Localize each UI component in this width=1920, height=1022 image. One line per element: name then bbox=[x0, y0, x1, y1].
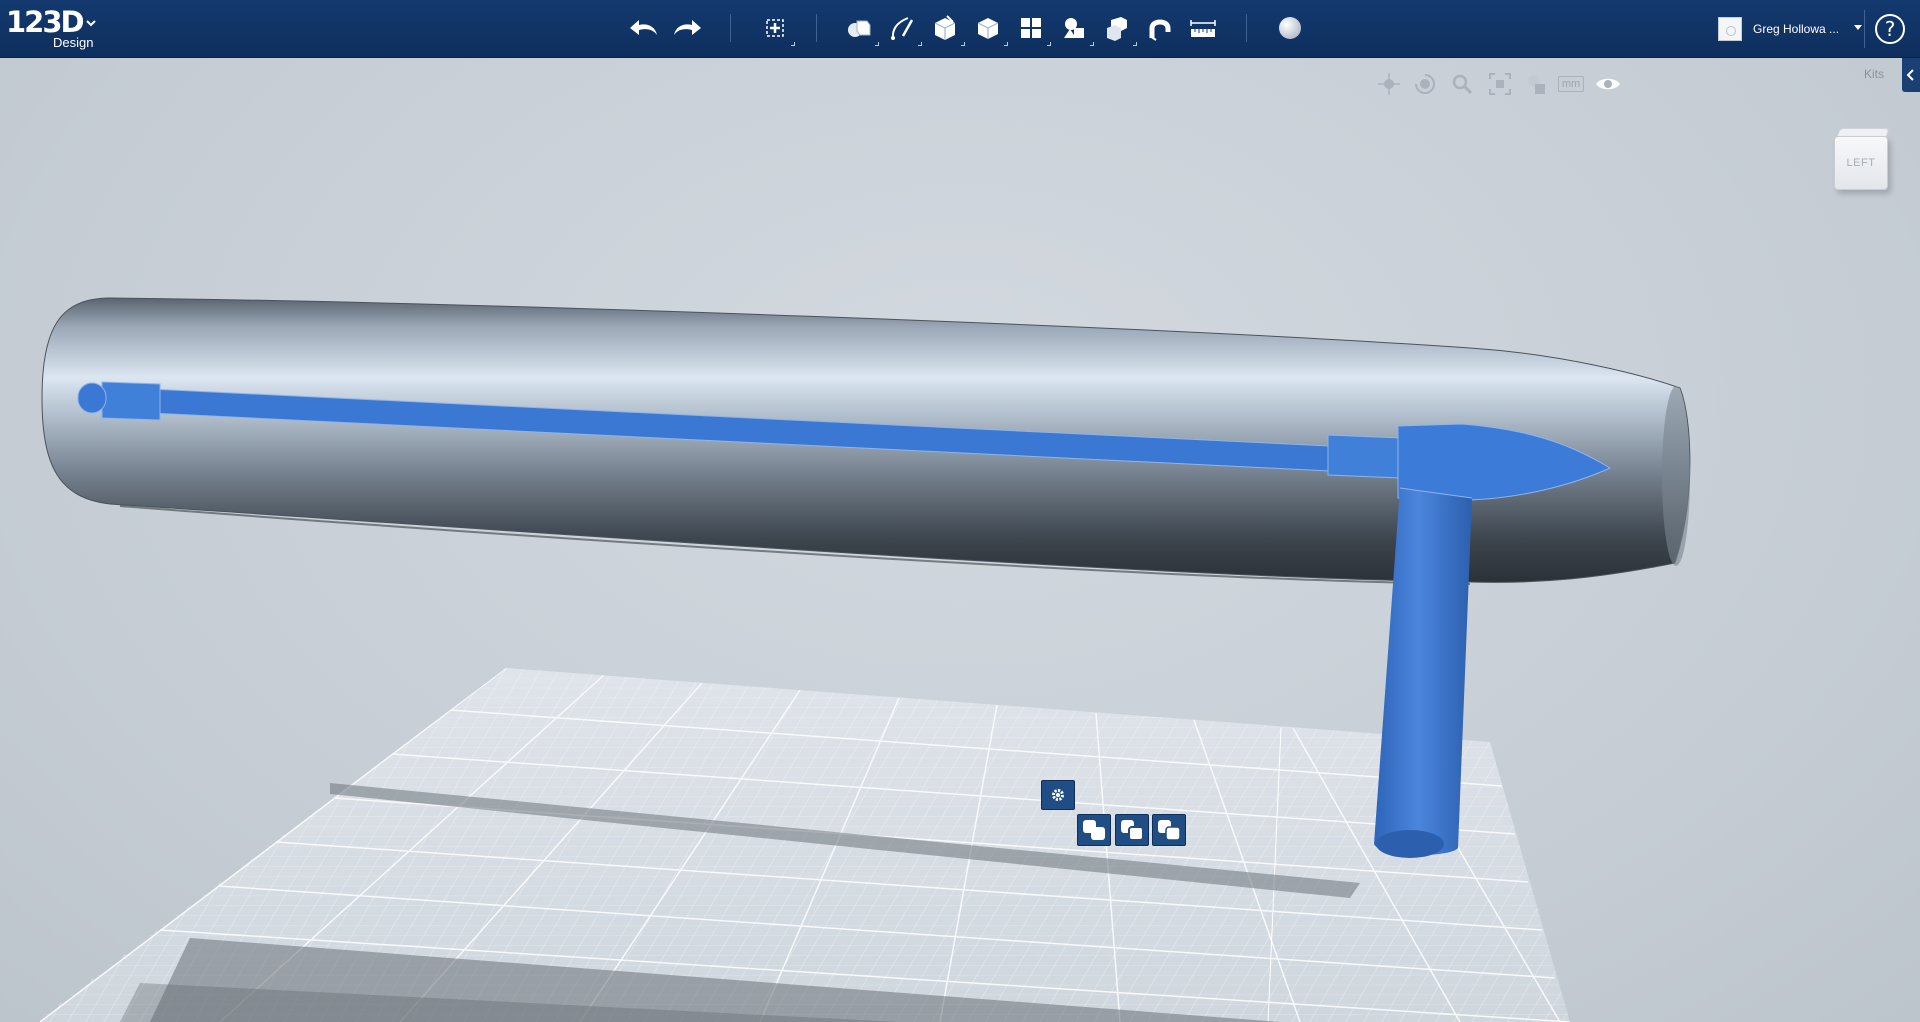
combine-merge-button[interactable] bbox=[1077, 814, 1111, 846]
help-button[interactable]: ? bbox=[1875, 14, 1905, 44]
dropdown-indicator-icon bbox=[791, 42, 795, 46]
pan-icon bbox=[1378, 73, 1400, 95]
toolbar-separator bbox=[1246, 14, 1247, 42]
fit-button[interactable] bbox=[1486, 70, 1514, 98]
undo-button[interactable] bbox=[627, 11, 661, 45]
logo-subtext: Design bbox=[53, 35, 94, 50]
kits-panel-toggle[interactable] bbox=[1902, 58, 1920, 92]
redo-button[interactable] bbox=[670, 11, 704, 45]
snap-icon bbox=[1149, 19, 1171, 41]
dropdown-indicator-icon bbox=[961, 42, 965, 46]
construct-button[interactable] bbox=[928, 11, 962, 45]
user-account-menu[interactable]: Greg Hollowa ... bbox=[1718, 16, 1868, 42]
units-button[interactable]: mm bbox=[1557, 70, 1585, 98]
user-name: Greg Hollowa ... bbox=[1753, 22, 1840, 36]
pattern-button[interactable] bbox=[1014, 11, 1048, 45]
logo-text: 123D bbox=[6, 5, 85, 39]
viewcube[interactable]: LEFT bbox=[1834, 128, 1894, 194]
combine-subtract-button[interactable] bbox=[1115, 814, 1149, 846]
fit-icon bbox=[1489, 73, 1511, 95]
dropdown-indicator-icon bbox=[1004, 42, 1008, 46]
pattern-icon bbox=[1021, 18, 1041, 38]
dropdown-indicator-icon bbox=[1090, 42, 1094, 46]
orbit-icon bbox=[1415, 74, 1435, 94]
gear-icon bbox=[1052, 789, 1064, 801]
workplane-grid bbox=[40, 668, 1570, 1022]
primitives-button[interactable] bbox=[842, 11, 876, 45]
subtract-icon bbox=[1121, 820, 1144, 841]
construct-icon bbox=[934, 15, 956, 40]
shaded-view-icon bbox=[1528, 75, 1545, 94]
sketch-button[interactable] bbox=[885, 11, 919, 45]
view-mode-button[interactable] bbox=[1523, 70, 1551, 98]
kits-label[interactable]: Kits bbox=[1864, 67, 1884, 81]
grouping-icon bbox=[1064, 18, 1084, 38]
units-label: mm bbox=[1557, 76, 1585, 92]
dropdown-indicator-icon bbox=[875, 42, 879, 46]
modify-button[interactable] bbox=[971, 11, 1005, 45]
dropdown-indicator-icon bbox=[1047, 42, 1051, 46]
settings-gear-button[interactable] bbox=[1041, 780, 1075, 810]
zoom-icon bbox=[1452, 74, 1473, 95]
zoom-button[interactable] bbox=[1448, 70, 1476, 98]
toolbar-separator bbox=[1864, 10, 1865, 48]
viewcube-left-face[interactable]: LEFT bbox=[1834, 136, 1888, 190]
measure-icon bbox=[1190, 20, 1216, 37]
transform-button[interactable] bbox=[758, 11, 792, 45]
chevron-down-icon bbox=[86, 20, 96, 27]
redo-icon bbox=[674, 20, 701, 35]
material-icon bbox=[1279, 17, 1301, 39]
top-toolbar: 123D Design Greg Hollowa ... ? bbox=[0, 0, 1920, 58]
caret-down-icon bbox=[1854, 25, 1862, 30]
toolbar-separator bbox=[816, 14, 817, 42]
combine-icon bbox=[1107, 17, 1127, 41]
orbit-button[interactable] bbox=[1411, 70, 1439, 98]
modify-icon bbox=[977, 18, 999, 39]
dropdown-indicator-icon bbox=[1133, 42, 1137, 46]
app-menu-logo[interactable]: 123D Design bbox=[6, 6, 106, 52]
combine-intersect-button[interactable] bbox=[1152, 814, 1186, 846]
sketch-icon bbox=[891, 17, 914, 40]
chevron-left-icon bbox=[1906, 69, 1914, 81]
3d-viewport[interactable]: mm Kits LEFT bbox=[0, 58, 1920, 1022]
toolbar-separator bbox=[730, 14, 731, 42]
grouping-button[interactable] bbox=[1057, 11, 1091, 45]
intersect-icon bbox=[1158, 820, 1181, 841]
merge-icon bbox=[1083, 820, 1105, 840]
measure-button[interactable] bbox=[1186, 11, 1220, 45]
avatar bbox=[1718, 17, 1742, 41]
eye-icon bbox=[1596, 78, 1620, 90]
primitives-icon bbox=[848, 20, 871, 37]
combine-button[interactable] bbox=[1100, 11, 1134, 45]
visibility-button[interactable] bbox=[1594, 70, 1622, 98]
dropdown-indicator-icon bbox=[918, 42, 922, 46]
3d-scene[interactable] bbox=[0, 58, 1920, 1022]
pan-button[interactable] bbox=[1375, 70, 1403, 98]
transform-icon bbox=[766, 19, 784, 37]
snap-button[interactable] bbox=[1143, 11, 1177, 45]
undo-icon bbox=[630, 20, 657, 35]
material-button[interactable] bbox=[1273, 11, 1307, 45]
